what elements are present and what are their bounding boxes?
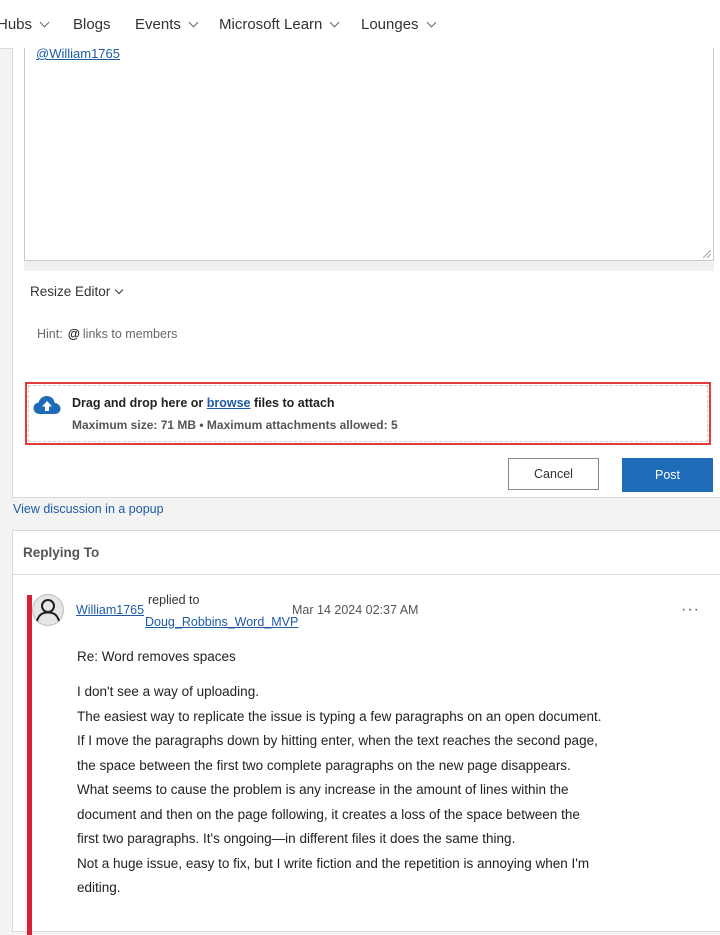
chevron-down-icon (329, 17, 340, 28)
more-options-icon[interactable]: ··· (681, 601, 700, 619)
replied-to-user-link[interactable]: Doug_Robbins_Word_MVP (145, 615, 298, 629)
body-line: document and then on the page following,… (77, 806, 580, 822)
nav-item-label: Lounges (361, 16, 419, 33)
hint-label: Hint: (37, 327, 63, 341)
view-discussion-popup-link[interactable]: View discussion in a popup (13, 502, 164, 516)
nav-item-label: Microsoft Learn (219, 16, 323, 33)
reply-editor-panel: @William1765 Resize Editor Hint: @ links t… (12, 46, 720, 498)
nav-item-label: Events (135, 16, 181, 33)
replied-to-label: replied to (148, 593, 200, 607)
nav-item-label: Hubs (0, 16, 33, 33)
editor-statusbar (24, 261, 714, 271)
message-editor[interactable]: @William1765 (24, 46, 714, 261)
replying-to-header: Replying To (13, 531, 720, 575)
reply-accent-bar (27, 595, 32, 935)
hint-text: links to members (82, 327, 178, 341)
nav-item-hubs[interactable]: Hubs (0, 16, 50, 33)
body-line: The easiest way to replicate the issue i… (77, 708, 602, 724)
nav-item-lounges[interactable]: Lounges (361, 16, 437, 33)
browse-link[interactable]: browse (207, 396, 251, 410)
user-avatar-icon (32, 594, 64, 626)
author-link[interactable]: William1765 (76, 603, 144, 617)
resize-grip-icon[interactable] (703, 250, 711, 258)
nav-item-label: Blogs (73, 16, 111, 33)
chevron-down-icon (426, 17, 437, 28)
dropzone-text-after: files to attach (250, 396, 335, 410)
body-line: editing. (77, 880, 121, 895)
post-button[interactable]: Post (622, 458, 713, 492)
attachment-limits: Maximum size: 71 MB • Maximum attachment… (72, 418, 398, 432)
dropzone-inner (28, 385, 708, 442)
replying-to-section: Replying To William1765 replied to Doug_… (12, 530, 720, 935)
at-symbol: @ (67, 327, 80, 341)
body-line: first two paragraphs. It's ongoing—in di… (77, 831, 516, 846)
post-timestamp: Mar 14 2024 02:37 AM (292, 603, 419, 617)
dropzone-instructions: Drag and drop here or browse files to at… (72, 396, 335, 410)
body-line: If I move the paragraphs down by hitting… (77, 733, 598, 748)
attachment-dropzone[interactable]: Drag and drop here or browse files to at… (25, 382, 711, 445)
dropzone-text-before: Drag and drop here or (72, 396, 207, 410)
post-body: I don't see a way of uploading. The easi… (77, 680, 677, 901)
nav-item-events[interactable]: Events (135, 16, 199, 33)
body-line: Not a huge issue, easy to fix, but I wri… (77, 855, 590, 871)
post-subject: Re: Word removes spaces (77, 649, 236, 664)
editor-hint: Hint: @ links to members (37, 327, 177, 341)
chevron-down-icon (39, 17, 50, 28)
avatar[interactable] (32, 594, 64, 626)
chevron-down-icon (188, 17, 199, 28)
cancel-button[interactable]: Cancel (508, 458, 599, 490)
chevron-down-icon (115, 285, 124, 295)
resize-editor-toggle[interactable]: Resize Editor (30, 284, 124, 299)
nav-item-microsoft-learn[interactable]: Microsoft Learn (219, 16, 340, 33)
body-line: I don't see a way of uploading. (77, 684, 259, 699)
nav-item-blogs[interactable]: Blogs (73, 16, 111, 33)
mention-link[interactable]: @William1765 (36, 46, 120, 61)
body-line: the space between the first two complete… (77, 757, 571, 773)
resize-editor-label: Resize Editor (30, 284, 111, 299)
top-navigation: Hubs Blogs Events Microsoft Learn Lounge… (0, 0, 720, 49)
cloud-upload-icon (33, 396, 61, 414)
body-line: What seems to cause the problem is any i… (77, 782, 569, 797)
